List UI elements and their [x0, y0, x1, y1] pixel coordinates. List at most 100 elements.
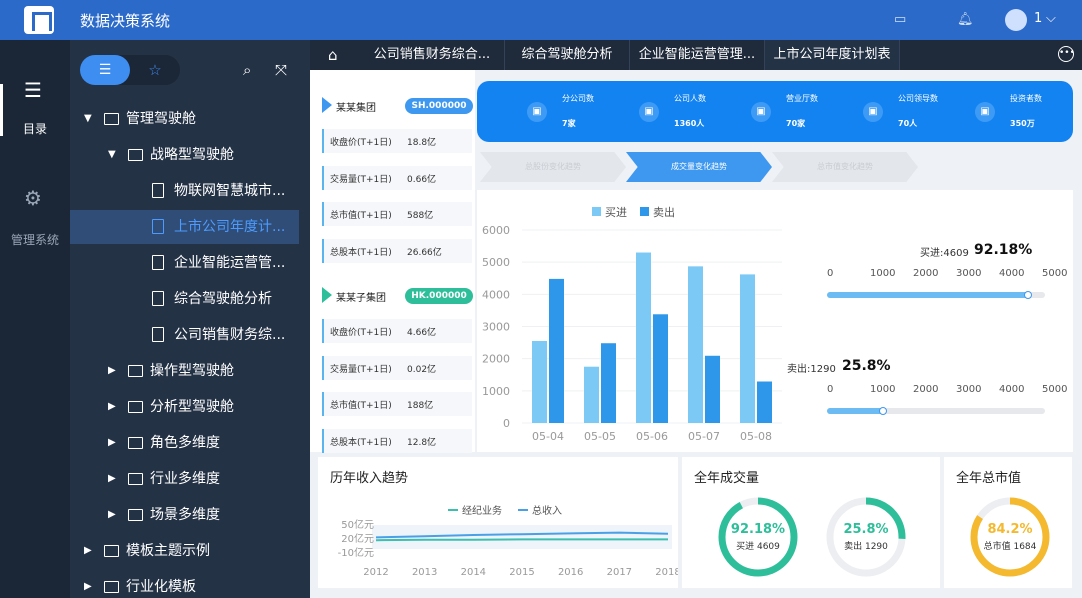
tree-node-label: 操作型驾驶舱: [150, 363, 234, 379]
caret-right-icon[interactable]: ▶: [84, 570, 92, 598]
bar-卖出: [601, 343, 616, 423]
tab-3[interactable]: 上市公司年度计划表: [765, 40, 900, 70]
tree-node-label: 行业多维度: [150, 471, 220, 487]
metric-row: 交易量(T+1日) 0.02亿: [322, 355, 472, 380]
tree-tab-switch: ☰ ☆: [80, 55, 180, 85]
kpi-value: 70家: [786, 119, 806, 128]
legend-label: 经纪业务: [462, 504, 502, 517]
caret-right-icon[interactable]: ▶: [108, 462, 116, 496]
x-tick-label: 2013: [412, 567, 437, 578]
y-tick-label: 2000: [482, 353, 510, 366]
app-title: 数据决策系统: [80, 12, 171, 30]
metric-value: 188亿: [407, 401, 434, 411]
metric-row: 收盘价(T+1日) 4.66亿: [322, 319, 472, 343]
metric-label: 收盘价(T+1日): [330, 138, 392, 148]
line-chart: 50亿元20亿元-10亿元 经纪业务 总收入 2012 2013 2014 2015 2016…: [338, 504, 678, 578]
search-icon[interactable]: ⌕: [243, 61, 251, 79]
bar-卖出: [549, 278, 564, 423]
tree-node[interactable]: ▶ 场景多维度: [70, 498, 310, 532]
investor-icon: ▣: [975, 102, 995, 122]
tree-node[interactable]: ▼ 管理驾驶舱: [70, 102, 310, 136]
caret-right-icon[interactable]: ▶: [108, 354, 116, 388]
caret-down-icon[interactable]: ▼: [84, 102, 92, 136]
metric-value: 0.66亿: [407, 174, 437, 185]
gauge-tick: 3000: [956, 384, 982, 395]
revenue-trend-panel: 历年收入趋势 50亿元 20亿元 -10亿元 经纪业务 总收入 2012 2013 2014 2…: [318, 457, 678, 588]
tree-node[interactable]: ▶ 角色多维度: [70, 426, 310, 460]
donut-arc: [718, 497, 798, 577]
donut-chart: [718, 497, 798, 577]
more-icon[interactable]: •••: [1058, 46, 1075, 62]
monitor-icon[interactable]: ▭: [894, 12, 906, 27]
tree-node[interactable]: 综合驾驶舱分析: [70, 282, 310, 316]
metric-value: 26.66亿: [407, 247, 442, 258]
step-2[interactable]: 总市值变化趋势: [772, 152, 918, 182]
metric-row: 交易量(T+1日) 0.66亿: [322, 165, 472, 190]
tree-node[interactable]: ▶ 行业多维度: [70, 462, 310, 496]
unpin-icon[interactable]: ⤧: [275, 61, 287, 79]
trade-volume-panel: 0 1000 2000 3000 4000 5000 6000 05-04 05-05 05-06…: [477, 190, 1073, 452]
tree-node[interactable]: 企业智能运营管...: [70, 246, 310, 280]
metric-row: 总股本(T+1日) 26.66亿: [322, 238, 472, 263]
gauge-handle[interactable]: [879, 407, 888, 415]
bar-卖出: [705, 355, 720, 423]
group-name: 某某集团: [336, 103, 376, 114]
tree-node-label: 上市公司年度计...: [174, 219, 286, 235]
tree-node[interactable]: ▶ 操作型驾驶舱: [70, 354, 310, 388]
tree-node[interactable]: ▼ 战略型驾驶舱: [70, 138, 310, 172]
metric-label: 总市值(T+1日): [330, 401, 392, 411]
step-1[interactable]: 成交量变化趋势: [626, 152, 772, 182]
folder-icon: [128, 365, 143, 377]
gauge-handle[interactable]: [1023, 291, 1032, 299]
tree-node[interactable]: ▶ 分析型驾驶舱: [70, 390, 310, 424]
list-icon[interactable]: ☰: [24, 78, 42, 102]
gear-icon[interactable]: ⚙: [24, 186, 42, 210]
document-icon: [152, 327, 164, 342]
caret-right-icon[interactable]: ▶: [84, 534, 92, 568]
tree-node[interactable]: 公司销售财务综...: [70, 318, 310, 352]
tree-node-label: 行业化模板: [126, 579, 196, 595]
series-line-经纪业务: [375, 538, 668, 542]
home-icon[interactable]: ⌂: [328, 46, 338, 64]
step-0[interactable]: 总股份变化趋势: [480, 152, 626, 182]
metric-label: 交易量(T+1日): [330, 364, 392, 375]
nav-item-directory[interactable]: 目录: [0, 120, 70, 137]
tree-node[interactable]: ▶ 模板主题示例: [70, 534, 310, 568]
donut-caption: 买进 4609: [736, 542, 780, 552]
x-tick-label: 05-08: [740, 430, 772, 443]
nav-item-admin[interactable]: 管理系统: [0, 231, 70, 248]
gauge-fill: [827, 292, 1028, 298]
market-cap-title: 全年总市值: [956, 471, 1022, 486]
chevron-down-icon[interactable]: ⌵: [1046, 11, 1056, 26]
metric-label: 交易量(T+1日): [330, 174, 392, 185]
kpi-label: 公司领导数: [898, 94, 938, 103]
kpi-value: 1360人: [674, 119, 705, 128]
gauge-tick: 1000: [870, 268, 896, 279]
list-tab-button[interactable]: ☰: [80, 55, 130, 85]
folder-icon: [104, 113, 119, 125]
tree-node[interactable]: 物联网智慧城市...: [70, 174, 310, 208]
tab-1[interactable]: 综合驾驶舱分析: [505, 40, 630, 70]
avatar[interactable]: [1005, 9, 1027, 31]
legend-swatch: [592, 207, 601, 216]
folder-icon: [128, 437, 143, 449]
caret-right-icon[interactable]: ▶: [108, 390, 116, 424]
annual-trade-title: 全年成交量: [694, 471, 760, 486]
legend-label: 买进: [605, 206, 627, 219]
document-icon: [152, 255, 164, 270]
tree-node[interactable]: 上市公司年度计...: [70, 210, 299, 244]
caret-down-icon[interactable]: ▼: [108, 138, 116, 172]
building-icon: ▣: [527, 102, 547, 122]
gauge-tick: 2000: [913, 384, 939, 395]
metric-value: 588亿: [407, 211, 434, 221]
donut-chart: [970, 497, 1050, 577]
caret-right-icon[interactable]: ▶: [108, 426, 116, 460]
tree-node-label: 综合驾驶舱分析: [174, 291, 272, 307]
x-tick-label: 2015: [509, 567, 534, 578]
star-icon[interactable]: ☆: [130, 55, 180, 85]
tree-node[interactable]: ▶ 行业化模板: [70, 570, 310, 598]
caret-right-icon[interactable]: ▶: [108, 498, 116, 532]
bell-icon[interactable]: 🔔︎: [957, 12, 974, 27]
tab-2[interactable]: 企业智能运营管理...: [630, 40, 765, 70]
tab-0[interactable]: 公司销售财务综合...: [360, 40, 505, 70]
